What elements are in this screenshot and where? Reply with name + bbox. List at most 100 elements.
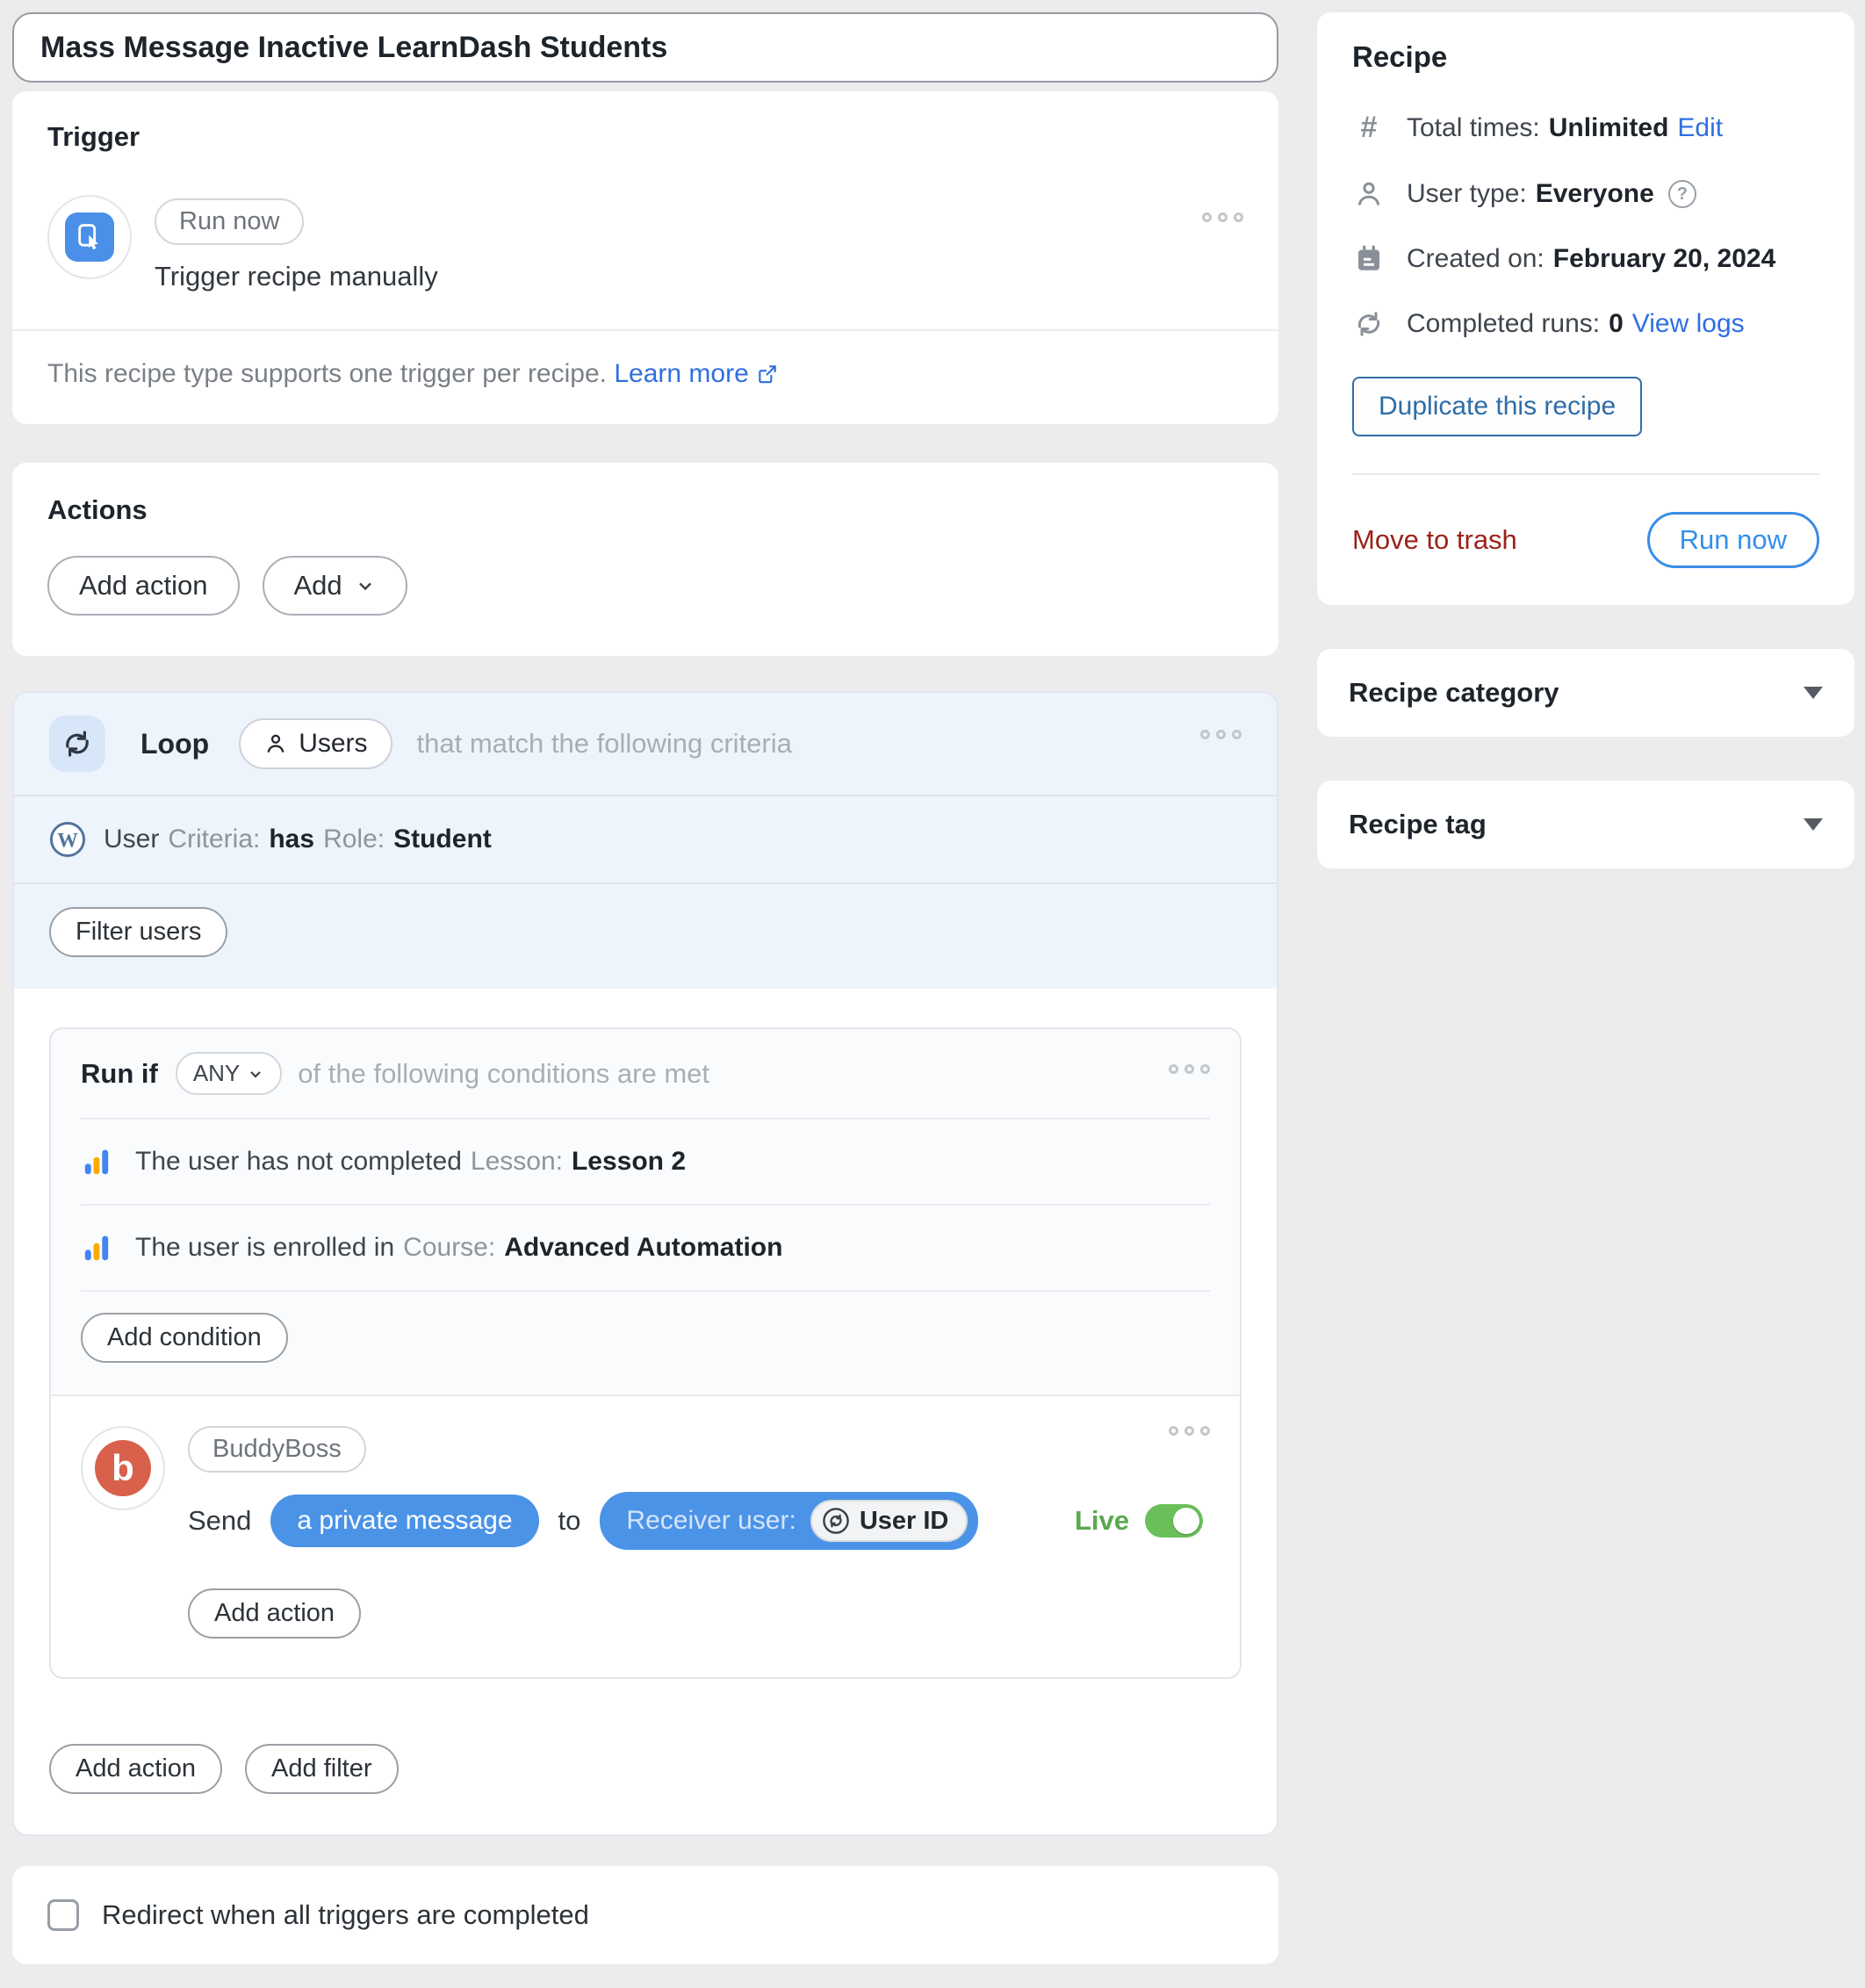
action-sentence: Send a private message to Receiver user: — [188, 1492, 1210, 1550]
add-condition-button[interactable]: Add condition — [81, 1313, 288, 1363]
loop-subject-pill[interactable]: Users — [239, 718, 392, 769]
recipe-heading: Recipe — [1352, 40, 1819, 74]
redirect-panel: Redirect when all triggers are completed — [12, 1866, 1278, 1964]
run-if-header: Run if ANY of the following conditions a… — [51, 1029, 1240, 1118]
loop-criteria-row[interactable]: W User Criteria: has Role: Student — [14, 795, 1277, 882]
loop-footer-buttons: Add action Add filter — [49, 1744, 1242, 1794]
trigger-panel: Trigger Run now Trigger recipe manually — [12, 91, 1278, 424]
wordpress-icon: W — [49, 821, 86, 858]
trigger-menu-dots-icon[interactable] — [1202, 212, 1243, 222]
condition-sentence: The user has not completed Lesson: Lesso… — [135, 1147, 686, 1177]
sidebar: Recipe # Total times: Unlimited Edit — [1317, 12, 1854, 1964]
condition-row[interactable]: The user has not completed Lesson: Lesso… — [51, 1120, 1240, 1204]
action-integration-badge: b — [81, 1426, 165, 1510]
actions-heading: Actions — [47, 494, 1243, 526]
help-icon[interactable]: ? — [1668, 180, 1696, 208]
condition-row[interactable]: The user is enrolled in Course: Advanced… — [51, 1206, 1240, 1290]
add-condition-row: Add condition — [51, 1292, 1240, 1394]
loop-subject-label: Users — [299, 729, 367, 759]
run-if-mode-select[interactable]: ANY — [176, 1052, 282, 1095]
edit-total-times-link[interactable]: Edit — [1677, 113, 1723, 143]
loop-body: Run if ANY of the following conditions a… — [14, 989, 1277, 1834]
condition-sentence: The user is enrolled in Course: Advanced… — [135, 1233, 782, 1263]
add-dropdown-button[interactable]: Add — [263, 556, 407, 616]
receiver-label: Receiver user: — [626, 1506, 796, 1536]
action-item: b BuddyBoss Send a private message to Re… — [51, 1394, 1240, 1677]
run-if-suffix: of the following conditions are met — [298, 1058, 709, 1090]
svg-text:W: W — [57, 829, 78, 852]
action-content: BuddyBoss Send a private message to Rece… — [188, 1426, 1210, 1639]
run-if-menu-dots-icon[interactable] — [1169, 1064, 1210, 1074]
loop-repeat-icon — [1352, 308, 1386, 340]
hash-icon: # — [1352, 111, 1386, 145]
add-action-button[interactable]: Add action — [47, 556, 240, 616]
redirect-label: Redirect when all triggers are completed — [102, 1899, 589, 1931]
run-if-label: Run if — [81, 1058, 158, 1090]
action-menu-dots-icon[interactable] — [1169, 1426, 1210, 1436]
trigger-sentence[interactable]: Trigger recipe manually — [155, 261, 438, 292]
view-logs-link[interactable]: View logs — [1632, 309, 1745, 339]
loop-criteria-sentence: User Criteria: has Role: Student — [104, 825, 492, 854]
loop-label: Loop — [140, 728, 209, 760]
loop-filter-row: Filter users — [14, 882, 1277, 989]
loop-menu-dots-icon[interactable] — [1200, 730, 1242, 739]
user-type-row: User type: Everyone ? — [1352, 178, 1819, 210]
live-toggle[interactable] — [1145, 1504, 1203, 1538]
chevron-down-icon — [247, 1065, 264, 1083]
recipe-editor: Trigger Run now Trigger recipe manually — [0, 0, 1865, 1964]
live-status: Live — [1075, 1504, 1210, 1538]
loop-block: Loop Users that match the following crit… — [12, 691, 1278, 1836]
user-id-token[interactable]: User ID — [810, 1500, 969, 1542]
calendar-icon — [1352, 243, 1386, 275]
external-link-icon — [756, 363, 779, 385]
loop-header: Loop Users that match the following crit… — [14, 693, 1277, 795]
trigger-content: Run now Trigger recipe manually — [155, 195, 438, 292]
actions-buttons: Add action Add — [47, 556, 1243, 616]
loop-hint: that match the following criteria — [417, 728, 792, 760]
trigger-heading: Trigger — [12, 121, 1278, 153]
loop-add-action-button[interactable]: Add action — [49, 1744, 222, 1794]
caret-down-icon — [1804, 687, 1823, 699]
filter-users-button[interactable]: Filter users — [49, 907, 227, 957]
trigger-note-text: This recipe type supports one trigger pe… — [47, 359, 607, 388]
add-action-inner-button[interactable]: Add action — [188, 1588, 361, 1639]
learn-more-link[interactable]: Learn more — [614, 359, 778, 388]
live-label: Live — [1075, 1505, 1129, 1537]
created-on-row: Created on: February 20, 2024 — [1352, 243, 1819, 275]
recipe-title-input[interactable] — [12, 12, 1278, 83]
buddyboss-icon: b — [95, 1440, 151, 1496]
recipe-footer: Move to trash Run now — [1352, 512, 1819, 568]
run-now-badge: Run now — [155, 198, 304, 245]
loop-add-filter-button[interactable]: Add filter — [245, 1744, 398, 1794]
receiver-pill[interactable]: Receiver user: — [600, 1492, 978, 1550]
send-word: Send — [188, 1505, 251, 1537]
recipe-meta: # Total times: Unlimited Edit User type:… — [1352, 111, 1819, 340]
actions-panel: Actions Add action Add — [12, 463, 1278, 656]
caret-down-icon — [1804, 818, 1823, 831]
to-word: to — [558, 1505, 581, 1537]
loop-token-icon — [821, 1506, 851, 1536]
run-now-button[interactable]: Run now — [1647, 512, 1819, 568]
user-icon — [1352, 178, 1386, 210]
redirect-checkbox[interactable] — [47, 1899, 79, 1931]
user-icon — [263, 731, 288, 756]
recipe-category-heading: Recipe category — [1349, 677, 1559, 709]
duplicate-recipe-button[interactable]: Duplicate this recipe — [1352, 377, 1642, 436]
trigger-item[interactable]: Run now Trigger recipe manually — [12, 195, 1278, 292]
divider — [1352, 473, 1819, 475]
manual-trigger-tap-icon — [65, 212, 114, 262]
completed-runs-row: Completed runs: 0 View logs — [1352, 308, 1819, 340]
recipe-category-panel[interactable]: Recipe category — [1317, 649, 1854, 737]
trigger-note: This recipe type supports one trigger pe… — [12, 329, 1278, 424]
recipe-tag-panel[interactable]: Recipe tag — [1317, 781, 1854, 868]
message-pill[interactable]: a private message — [270, 1495, 538, 1547]
total-times-row: # Total times: Unlimited Edit — [1352, 111, 1819, 145]
recipe-tag-heading: Recipe tag — [1349, 809, 1487, 840]
run-if-card: Run if ANY of the following conditions a… — [49, 1027, 1242, 1679]
move-to-trash-link[interactable]: Move to trash — [1352, 524, 1517, 556]
user-id-label: User ID — [860, 1507, 949, 1536]
loop-repeat-icon — [49, 716, 105, 772]
main-column: Trigger Run now Trigger recipe manually — [12, 12, 1278, 1964]
learndash-bars-icon — [81, 1146, 112, 1178]
trigger-integration-badge — [47, 195, 132, 279]
